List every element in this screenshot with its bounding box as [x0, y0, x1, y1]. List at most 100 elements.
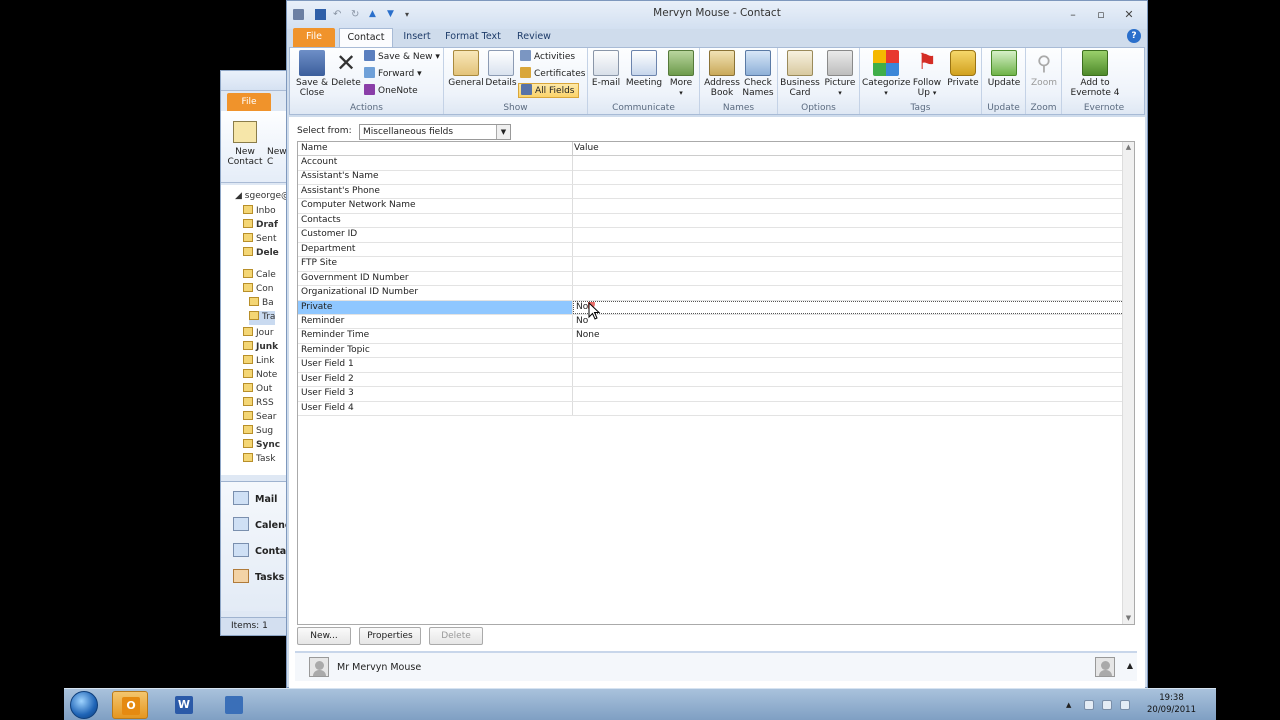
table-row[interactable]: Private No	[298, 300, 1124, 315]
table-row[interactable]: Department	[298, 242, 1124, 258]
follow-up-button[interactable]: ⚑ Follow Up ▾	[910, 50, 944, 98]
activities-button[interactable]: Activities	[520, 50, 575, 65]
nav-item[interactable]: Sent	[243, 233, 276, 247]
taskbar-video[interactable]	[216, 691, 252, 719]
field-value[interactable]: No	[576, 316, 588, 326]
meeting-button[interactable]: Meeting	[624, 50, 664, 88]
table-row[interactable]: Organizational ID Number	[298, 286, 1124, 301]
nav-item[interactable]: Con	[243, 283, 274, 297]
module-contacts[interactable]: Contac	[233, 542, 292, 562]
tray-network-icon[interactable]	[1084, 700, 1094, 710]
table-row[interactable]: Reminder No	[298, 314, 1124, 330]
module-mail[interactable]: Mail	[233, 490, 277, 510]
check-names-button[interactable]: Check Names	[740, 50, 776, 98]
table-row[interactable]: Contacts	[298, 213, 1124, 229]
field-value[interactable]: None	[576, 330, 599, 340]
tab-contact[interactable]: Contact	[339, 28, 393, 47]
zoom-button[interactable]: ⚲ Zoom	[1028, 50, 1060, 88]
table-row[interactable]: User Field 1	[298, 358, 1124, 373]
nav-item[interactable]: Link	[243, 355, 274, 369]
expand-people-pane-icon[interactable]: ▲	[1127, 661, 1133, 670]
nav-item[interactable]: Ba	[249, 297, 274, 311]
forward-button[interactable]: Forward ▾	[364, 67, 422, 82]
account-row[interactable]: ◢ sgeorge@	[235, 191, 290, 205]
background-file-tab[interactable]: File	[227, 93, 271, 111]
nav-item[interactable]: Tra	[249, 311, 276, 325]
nav-item[interactable]: Out	[243, 383, 272, 397]
general-button[interactable]: General	[448, 50, 484, 88]
scroll-up-icon[interactable]: ▲	[1123, 142, 1134, 153]
minimize-button[interactable]: –	[1063, 7, 1083, 23]
business-card-button[interactable]: Business Card	[780, 50, 820, 98]
table-row[interactable]: User Field 2	[298, 372, 1124, 388]
details-button[interactable]: Details	[484, 50, 518, 88]
taskbar-outlook[interactable]: O	[112, 691, 148, 719]
save-close-button[interactable]: Save & Close	[294, 50, 330, 98]
add-to-evernote-button[interactable]: Add to Evernote 4	[1070, 50, 1120, 98]
nav-item[interactable]: Junk	[243, 341, 278, 355]
nav-item[interactable]: Draf	[243, 219, 278, 233]
nav-item[interactable]: Sync	[243, 439, 280, 453]
selected-value-cell[interactable]	[573, 300, 1124, 314]
clock[interactable]: 19:38 20/09/2011	[1147, 692, 1196, 716]
nav-item[interactable]: Dele	[243, 247, 279, 261]
table-row[interactable]: User Field 4	[298, 401, 1124, 417]
field-value[interactable]: No	[576, 302, 588, 312]
tab-review[interactable]: Review	[511, 28, 557, 47]
nav-item[interactable]: Cale	[243, 269, 276, 283]
address-book-button[interactable]: Address Book	[704, 50, 740, 98]
vertical-scrollbar[interactable]: ▲ ▼	[1122, 142, 1134, 624]
tab-insert[interactable]: Insert	[395, 28, 439, 47]
nav-item[interactable]: Note	[243, 369, 277, 383]
close-button[interactable]: ✕	[1119, 7, 1139, 23]
start-button[interactable]	[70, 691, 98, 719]
tab-format-text[interactable]: Format Text	[443, 28, 503, 47]
tray-power-icon[interactable]	[1120, 700, 1130, 710]
certificates-button[interactable]: Certificates	[520, 67, 585, 82]
table-row[interactable]: Reminder Time None	[298, 329, 1124, 344]
table-row[interactable]: Assistant's Phone	[298, 184, 1124, 200]
tab-file[interactable]: File	[293, 28, 335, 47]
more-button[interactable]: More ▾	[666, 50, 696, 98]
table-row[interactable]: Account	[298, 156, 1124, 171]
nav-item[interactable]: Sear	[243, 411, 276, 425]
table-row[interactable]: User Field 3	[298, 387, 1124, 402]
module-tasks[interactable]: Tasks	[233, 568, 284, 588]
delete-field-button[interactable]: Delete	[429, 627, 483, 645]
update-button[interactable]: Update	[984, 50, 1024, 88]
table-row[interactable]: Reminder Topic	[298, 343, 1124, 359]
new-contact-group-button[interactable]: New C	[267, 147, 287, 167]
select-from-dropdown[interactable]: Miscellaneous fields ▼	[359, 124, 511, 140]
categorize-button[interactable]: Categorize ▾	[862, 50, 911, 98]
table-row[interactable]: Assistant's Name	[298, 170, 1124, 185]
nav-item[interactable]: Task	[243, 453, 275, 467]
module-calendar[interactable]: Calenc	[233, 516, 290, 536]
chevron-down-icon[interactable]: ▼	[496, 125, 510, 139]
delete-button[interactable]: ✕ Delete	[330, 50, 362, 88]
table-row[interactable]: Computer Network Name	[298, 199, 1124, 214]
tray-volume-icon[interactable]	[1102, 700, 1112, 710]
properties-button[interactable]: Properties	[359, 627, 421, 645]
picture-button[interactable]: Picture ▾	[822, 50, 858, 98]
table-row[interactable]: Customer ID	[298, 228, 1124, 243]
tray-expand-icon[interactable]: ▲	[1066, 701, 1071, 709]
people-pane-avatar-right[interactable]	[1095, 657, 1115, 677]
table-row[interactable]: FTP Site	[298, 257, 1124, 272]
taskbar-word[interactable]: W	[166, 691, 202, 719]
nav-item[interactable]: Sug	[243, 425, 273, 439]
save-new-button[interactable]: Save & New ▾	[364, 50, 440, 65]
help-icon[interactable]: ?	[1127, 29, 1141, 43]
nav-item[interactable]: Inbo	[243, 205, 276, 219]
maximize-button[interactable]: ▫	[1091, 7, 1111, 23]
nav-item[interactable]: RSS	[243, 397, 274, 411]
nav-item[interactable]: Jour	[243, 327, 274, 341]
new-field-button[interactable]: New...	[297, 627, 351, 645]
column-header-name[interactable]: Name	[301, 143, 328, 153]
email-button[interactable]: E-mail	[590, 50, 622, 88]
onenote-button[interactable]: OneNote	[364, 84, 418, 99]
all-fields-button[interactable]: All Fields	[518, 83, 580, 98]
new-contact-button[interactable]: New Contact	[227, 147, 263, 167]
scroll-down-icon[interactable]: ▼	[1123, 613, 1134, 624]
table-row[interactable]: Government ID Number	[298, 271, 1124, 287]
column-header-value[interactable]: Value	[574, 143, 599, 153]
